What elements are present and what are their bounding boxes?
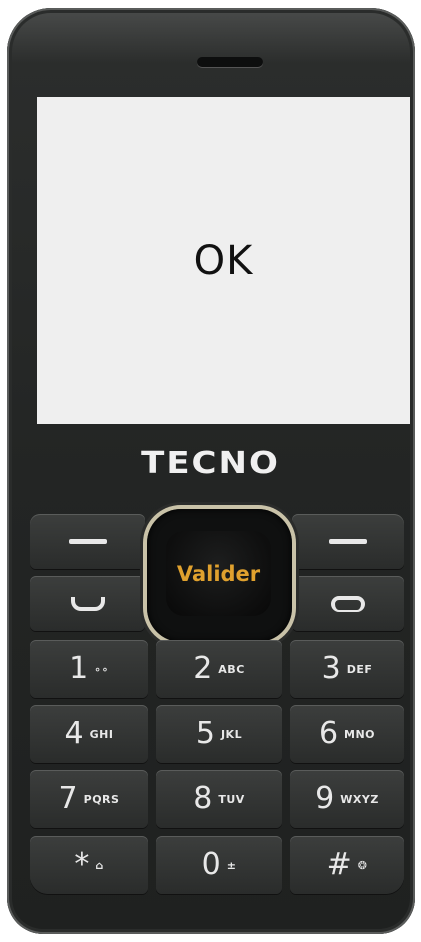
call-key[interactable] (30, 576, 145, 631)
screen-message: OK (193, 237, 254, 284)
right-soft-key[interactable] (292, 514, 404, 569)
key-8[interactable]: 8 TUV (156, 770, 282, 828)
left-soft-key[interactable] (30, 514, 145, 569)
key-7[interactable]: 7 PQRS (30, 770, 148, 828)
minus-icon (329, 539, 367, 544)
key-3-letters: DEF (346, 662, 373, 676)
lock-icon: ⌂ (95, 858, 104, 872)
key-5[interactable]: 5 JKL (156, 705, 282, 763)
end-call-icon (331, 595, 365, 612)
key-hash[interactable]: # ❂ (290, 836, 404, 894)
key-6-letters: MNO (344, 727, 376, 741)
key-4-letters: GHI (89, 727, 114, 741)
key-0-digit: 0 (201, 847, 221, 882)
key-2-digit: 2 (193, 651, 213, 686)
key-2[interactable]: 2 ABC (156, 640, 282, 698)
key-7-digit: 7 (58, 781, 78, 816)
key-1-digit: 1 (69, 651, 89, 686)
silent-icon: ❂ (357, 858, 368, 872)
key-1[interactable]: 1 ∘∘ (30, 640, 148, 698)
key-2-letters: ABC (218, 662, 245, 676)
call-icon (70, 596, 105, 611)
key-6[interactable]: 6 MNO (290, 705, 404, 763)
phone-screen: OK (37, 97, 410, 424)
key-0[interactable]: 0 ± (156, 836, 282, 894)
voicemail-icon: ∘∘ (94, 662, 109, 676)
key-6-digit: 6 (318, 716, 339, 751)
key-7-letters: PQRS (83, 792, 120, 806)
brand-logo: TECNO (141, 445, 280, 481)
key-star[interactable]: * ⌂ (30, 836, 148, 894)
plus-minus-icon: ± (226, 858, 237, 872)
earpiece (197, 57, 263, 67)
key-hash-symbol: # (326, 847, 352, 882)
ok-button[interactable]: Valider (166, 531, 271, 616)
key-8-letters: TUV (218, 792, 245, 806)
key-9[interactable]: 9 WXYZ (290, 770, 404, 828)
end-call-key[interactable] (292, 576, 404, 631)
key-9-letters: WXYZ (340, 792, 379, 806)
key-9-digit: 9 (315, 781, 335, 816)
ok-button-label: Valider (176, 561, 261, 586)
key-4-digit: 4 (64, 716, 84, 751)
key-4[interactable]: 4 GHI (30, 705, 148, 763)
key-5-letters: JKL (220, 727, 243, 741)
key-8-digit: 8 (193, 781, 213, 816)
minus-icon (68, 539, 107, 544)
key-5-digit: 5 (195, 716, 215, 751)
key-star-symbol: * (74, 847, 90, 882)
key-3-digit: 3 (321, 651, 341, 686)
key-3[interactable]: 3 DEF (290, 640, 404, 698)
